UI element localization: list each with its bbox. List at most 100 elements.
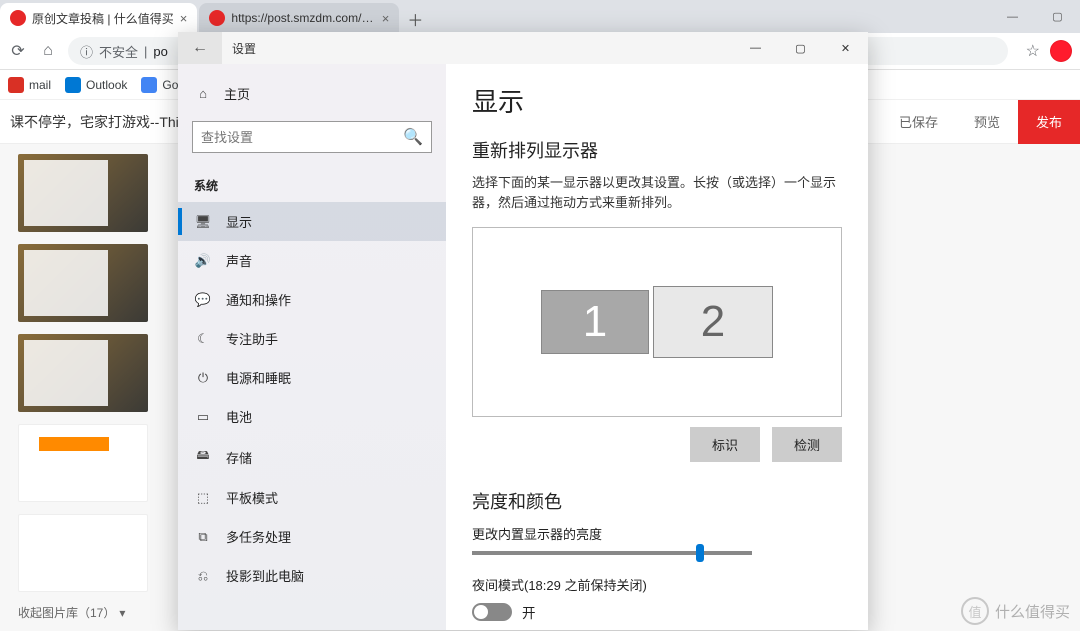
settings-content: 显示 重新排列显示器 选择下面的某一显示器以更改其设置。长按（或选择）一个显示器…	[446, 64, 868, 630]
sidebar-item-label: 多任务处理	[226, 527, 291, 546]
close-icon[interactable]: ✕	[823, 32, 868, 64]
sidebar-item-4[interactable]: ⏻ 电源和睡眠	[178, 358, 446, 397]
sidebar-item-icon: ⬚	[194, 490, 212, 506]
sidebar-item-label: 平板模式	[226, 488, 278, 507]
tab-close-icon[interactable]: ×	[382, 11, 390, 26]
pane-heading: 显示	[472, 82, 842, 119]
search-input[interactable]	[201, 130, 403, 145]
bookmark-label: mail	[29, 78, 51, 92]
sidebar-section-label: 系统	[178, 163, 446, 202]
sidebar-item-icon: ▭	[194, 409, 212, 425]
rearrange-heading: 重新排列显示器	[472, 137, 842, 163]
gallery-thumb[interactable]	[18, 424, 148, 502]
gallery-thumb[interactable]	[18, 154, 148, 232]
gallery-thumb[interactable]	[18, 514, 148, 592]
sidebar-item-label: 电池	[226, 407, 252, 426]
insecure-label: 不安全	[99, 42, 138, 61]
sidebar-item-icon: ⧉	[194, 529, 212, 545]
sidebar-item-9[interactable]: ⎌ 投影到此电脑	[178, 556, 446, 595]
bookmark-item[interactable]: mail	[8, 77, 51, 93]
sidebar-item-label: 专注助手	[226, 329, 278, 348]
bookmark-star-icon[interactable]: ☆	[1026, 41, 1040, 61]
preview-button[interactable]: 预览	[956, 100, 1018, 144]
opera-icon[interactable]	[1050, 40, 1072, 62]
back-button[interactable]: ←	[178, 32, 222, 64]
sidebar-item-7[interactable]: ⬚ 平板模式	[178, 478, 446, 517]
sidebar-item-icon: ☾	[194, 331, 212, 347]
detect-button[interactable]: 检测	[772, 427, 842, 462]
sidebar-item-1[interactable]: 🔊 声音	[178, 241, 446, 280]
home-icon: ⌂	[194, 86, 212, 101]
sidebar-item-0[interactable]: 🖥 显示	[178, 202, 446, 241]
publish-button[interactable]: 发布	[1018, 100, 1080, 144]
new-tab-button[interactable]: ＋	[401, 5, 429, 33]
sidebar-item-5[interactable]: ▭ 电池	[178, 397, 446, 436]
tab-favicon	[10, 10, 26, 26]
sidebar-home[interactable]: ⌂ 主页	[178, 76, 446, 111]
watermark-text: 什么值得买	[995, 601, 1070, 622]
sidebar-item-2[interactable]: 💬 通知和操作	[178, 280, 446, 319]
gallery-toggle[interactable]: 收起图片库（17）▾	[18, 604, 157, 621]
reload-icon[interactable]: ⟳	[8, 41, 28, 61]
sidebar-item-label: 显示	[226, 212, 252, 231]
info-icon: ⓘ	[80, 42, 93, 61]
settings-titlebar[interactable]: ← 设置 — ▢ ✕	[178, 32, 868, 64]
address-text: po	[153, 44, 167, 59]
tab-title: 原创文章投稿 | 什么值得买	[32, 10, 174, 27]
browser-tab[interactable]: https://post.smzdm.com/deta ×	[199, 3, 399, 33]
sidebar-item-icon: ⏻	[194, 370, 212, 386]
identify-button[interactable]: 标识	[690, 427, 760, 462]
monitor-2[interactable]: 2	[653, 286, 773, 358]
sidebar-home-label: 主页	[224, 84, 250, 103]
browser-tab[interactable]: 原创文章投稿 | 什么值得买 ×	[0, 3, 197, 33]
browser-window-controls: — ▢	[990, 0, 1080, 33]
watermark-icon: 值	[961, 597, 989, 625]
sidebar-item-label: 通知和操作	[226, 290, 291, 309]
tab-title: https://post.smzdm.com/deta	[231, 11, 375, 25]
bookmark-label: Outlook	[86, 78, 127, 92]
sidebar-item-icon: ⎌	[194, 568, 212, 584]
sidebar-item-icon: 🖴	[194, 446, 212, 468]
bookmark-favicon	[141, 77, 157, 93]
bookmark-favicon	[65, 77, 81, 93]
bookmark-favicon	[8, 77, 24, 93]
maximize-icon[interactable]: ▢	[778, 32, 823, 64]
sidebar-item-8[interactable]: ⧉ 多任务处理	[178, 517, 446, 556]
sidebar-item-label: 声音	[226, 251, 252, 270]
gallery-thumb[interactable]	[18, 334, 148, 412]
tab-close-icon[interactable]: ×	[180, 11, 188, 26]
sidebar-item-label: 投影到此电脑	[226, 566, 304, 585]
sidebar-item-label: 存储	[226, 448, 252, 467]
settings-title: 设置	[232, 40, 733, 57]
sidebar-item-icon: 💬	[194, 292, 212, 308]
sidebar-item-icon: 🖥	[194, 214, 212, 230]
sidebar-item-icon: 🔊	[194, 253, 212, 269]
search-icon: 🔍	[403, 127, 423, 147]
brightness-slider[interactable]	[472, 551, 752, 555]
bookmark-item[interactable]: Outlook	[65, 77, 127, 93]
sidebar-item-6[interactable]: 🖴 存储	[178, 436, 446, 478]
chevron-down-icon: ▾	[119, 606, 125, 620]
settings-sidebar: ⌂ 主页 🔍 系统 🖥 显示 🔊 声音 💬 通知和操作 ☾ 专注助手 ⏻ 电源和睡眠 ▭ 电池 🖴 存储 ⬚…	[178, 64, 446, 630]
home-icon[interactable]: ⌂	[38, 41, 58, 61]
image-gallery: 收起图片库（17）▾	[0, 144, 175, 631]
brightness-heading: 亮度和颜色	[472, 488, 842, 514]
slider-thumb[interactable]	[696, 544, 704, 562]
minimize-icon[interactable]: —	[733, 32, 778, 64]
sidebar-item-label: 电源和睡眠	[226, 368, 291, 387]
night-mode-toggle[interactable]	[472, 603, 512, 621]
browser-tab-strip: 原创文章投稿 | 什么值得买 × https://post.smzdm.com/…	[0, 0, 1080, 33]
tab-favicon	[209, 10, 225, 26]
settings-search[interactable]: 🔍	[192, 121, 432, 153]
gallery-thumb[interactable]	[18, 244, 148, 322]
monitor-1[interactable]: 1	[541, 290, 649, 354]
night-mode-label: 夜间模式(18:29 之前保持关闭)	[472, 575, 842, 594]
browser-maximize-icon[interactable]: ▢	[1035, 0, 1080, 33]
monitor-arrangement[interactable]: 1 2	[472, 227, 842, 417]
settings-window: ← 设置 — ▢ ✕ ⌂ 主页 🔍 系统 🖥 显示 🔊 声音 💬 通知和操作 ☾ 专注助手 ⏻ 电…	[178, 32, 868, 630]
sidebar-item-3[interactable]: ☾ 专注助手	[178, 319, 446, 358]
saved-status: 已保存	[881, 100, 956, 144]
rearrange-description: 选择下面的某一显示器以更改其设置。长按（或选择）一个显示器，然后通过拖动方式来重…	[472, 173, 842, 213]
browser-minimize-icon[interactable]: —	[990, 0, 1035, 33]
watermark: 值 什么值得买	[961, 597, 1070, 625]
